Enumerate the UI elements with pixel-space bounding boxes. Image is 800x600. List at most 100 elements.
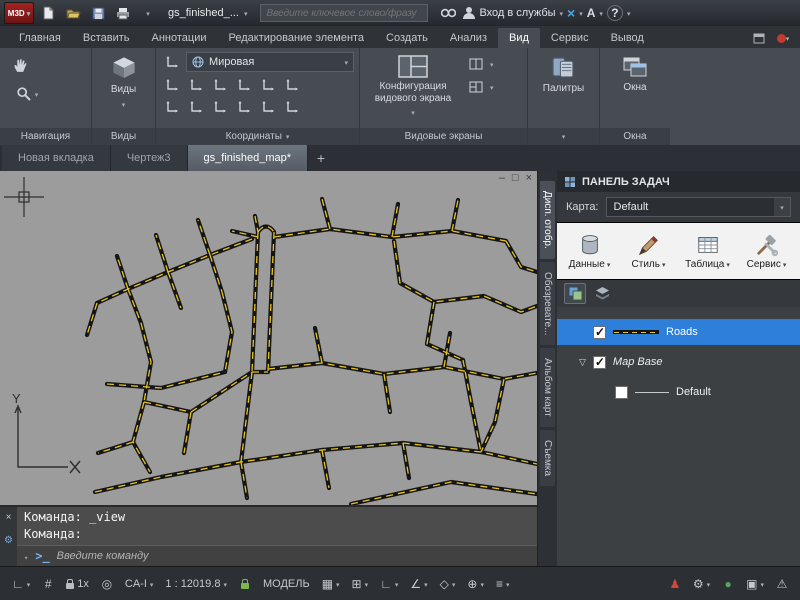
task-pane-side-tab-1[interactable]: Обозревате... (540, 261, 555, 346)
open-file-button[interactable] (62, 3, 84, 23)
layer-row-map-base[interactable]: Map Base (557, 349, 800, 375)
panel-label-coordinates[interactable]: Координаты (156, 128, 359, 145)
layer-row-roads[interactable]: Roads (557, 319, 800, 345)
search-input[interactable] (266, 7, 423, 19)
ucs-tool-button-8[interactable] (209, 97, 231, 117)
isolate-warning-button[interactable]: ⚠ (771, 572, 793, 596)
panel-label-navigation[interactable]: Навигация (0, 128, 91, 145)
task-pane-side-tab-3[interactable]: Съемка (540, 430, 555, 487)
x-caret-icon[interactable] (579, 7, 583, 19)
signin-caret-icon[interactable] (560, 7, 564, 19)
task-toolbar-button-3[interactable]: Сервис (738, 226, 795, 276)
communication-center-button[interactable] (774, 30, 792, 46)
ucs-tool-button-4[interactable] (257, 75, 279, 95)
ucs-tool-button-7[interactable] (185, 97, 207, 117)
task-pane-side-tab-0[interactable]: Дисп. отобр. (540, 181, 555, 259)
help-button[interactable]: ? (606, 5, 623, 21)
task-pane-side-tab-2[interactable]: Альбом карт (540, 348, 555, 428)
search-binoculars-button[interactable] (437, 3, 459, 23)
save-button[interactable] (87, 3, 109, 23)
default-style-symbol[interactable] (635, 391, 669, 393)
panel-label-windows[interactable]: Окна (600, 128, 670, 145)
ribbon-tab-0[interactable]: Главная (8, 28, 72, 48)
views-button[interactable]: Виды (106, 52, 142, 113)
ucs-tool-button-5[interactable] (281, 75, 303, 95)
join-viewports-caret-icon[interactable] (490, 81, 494, 93)
map-base-checkbox[interactable] (592, 355, 606, 369)
panel-label-viewports[interactable]: Видовые экраны (360, 128, 527, 145)
roads-checkbox[interactable] (593, 325, 606, 339)
ribbon-tab-1[interactable]: Вставить (72, 28, 141, 48)
ribbon-tab-3[interactable]: Редактирование элемента (218, 28, 376, 48)
autodesk-a-icon[interactable]: A (587, 6, 596, 20)
new-file-button[interactable] (37, 3, 59, 23)
drawing-minimize-button[interactable]: – (499, 172, 505, 184)
ribbon-display-toggle-button[interactable] (750, 30, 768, 46)
a-caret-icon[interactable] (599, 7, 603, 19)
new-drawing-tab-button[interactable]: + (308, 145, 334, 171)
ucs-tool-button-0[interactable] (161, 75, 183, 95)
zoom-button[interactable] (5, 81, 49, 107)
drawing-restore-button[interactable]: □ (512, 172, 519, 184)
ucs-tool-button-11[interactable] (281, 97, 303, 117)
ortho-button[interactable]: ∟ (375, 572, 403, 596)
map-base-expander-icon[interactable] (579, 357, 586, 368)
default-checkbox[interactable] (615, 385, 628, 399)
layer-groups-button[interactable] (591, 283, 613, 304)
drawing-close-button[interactable]: × (526, 172, 532, 184)
task-pane-header[interactable]: ПАНЕЛЬ ЗАДАЧ (557, 171, 800, 192)
qat-overflow-button[interactable] (137, 3, 159, 23)
document-tab-0[interactable]: Новая вкладка (2, 145, 111, 171)
ucs-world-button[interactable] (161, 52, 183, 72)
task-toolbar-button-1[interactable]: Стиль (620, 226, 677, 276)
viewport-scale-button[interactable]: 1x (61, 572, 94, 596)
named-viewports-button[interactable] (465, 54, 487, 74)
ribbon-tab-6[interactable]: Вид (498, 28, 540, 48)
viewport-config-button[interactable]: Конфигурация видового экрана (365, 52, 461, 122)
workspace-gear-button[interactable]: ⚙ (688, 572, 715, 596)
command-customize-button[interactable]: ⚙ (4, 535, 13, 546)
panel-label-views[interactable]: Виды (92, 128, 155, 145)
join-viewports-button[interactable] (465, 77, 487, 97)
ribbon-tab-8[interactable]: Вывод (600, 28, 655, 48)
grid-display-button[interactable]: ▦ (317, 572, 345, 596)
ucs-tool-button-3[interactable] (233, 75, 255, 95)
trace-user-button[interactable]: ♟ (664, 572, 686, 596)
command-input-placeholder[interactable]: Введите команду (57, 550, 149, 562)
ribbon-tab-7[interactable]: Сервис (540, 28, 600, 48)
document-tab-1[interactable]: Чертеж3 (110, 145, 188, 171)
model-space-button[interactable]: МОДЕЛЬ (258, 572, 315, 596)
task-toolbar-button-2[interactable]: Таблица (679, 226, 736, 276)
task-toolbar-button-0[interactable]: Данные (561, 226, 618, 276)
document-title-caret-icon[interactable] (244, 7, 248, 19)
lineweight-button[interactable]: ≡ (491, 572, 515, 596)
map-scale-button[interactable]: 1 : 12019.8 (160, 572, 232, 596)
snap-mode-button[interactable]: ⊞ (347, 572, 374, 596)
ribbon-tab-5[interactable]: Анализ (439, 28, 498, 48)
ucs-tool-button-1[interactable] (185, 75, 207, 95)
isodraft-button[interactable]: ◇ (435, 572, 461, 596)
ucs-tool-button-9[interactable] (233, 97, 255, 117)
layer-row-default[interactable]: Default (557, 379, 800, 405)
plot-button[interactable] (112, 3, 134, 23)
signin-label[interactable]: Вход в службы (479, 7, 555, 19)
command-input-row[interactable]: >_ Введите команду (17, 545, 537, 566)
status-ok-dot[interactable]: ● (717, 572, 739, 596)
pan-button[interactable] (5, 52, 35, 78)
object-snap-button[interactable]: ⊕ (462, 572, 489, 596)
palettes-button[interactable]: Палитры (538, 52, 590, 98)
app-logo-button[interactable]: М3D (4, 2, 34, 24)
named-viewports-caret-icon[interactable] (490, 58, 494, 70)
document-tab-2[interactable]: gs_finished_map* (187, 145, 308, 171)
coordinate-system-button[interactable]: CA-I (120, 572, 159, 596)
command-history[interactable]: Команда: _view Команда: (17, 507, 537, 545)
geo-status-button[interactable]: ◎ (96, 572, 118, 596)
ucs-dropdown[interactable]: Мировая (186, 52, 354, 72)
drawing-viewport[interactable]: Y – □ × (0, 171, 537, 505)
command-recent-caret-icon[interactable] (24, 549, 28, 563)
coordinates-launcher-icon[interactable] (286, 131, 290, 142)
infocenter-search[interactable] (260, 4, 429, 22)
ucs-tool-button-6[interactable] (161, 97, 183, 117)
polar-tracking-button[interactable]: ∠ (405, 572, 432, 596)
display-manager-button[interactable] (564, 283, 586, 304)
